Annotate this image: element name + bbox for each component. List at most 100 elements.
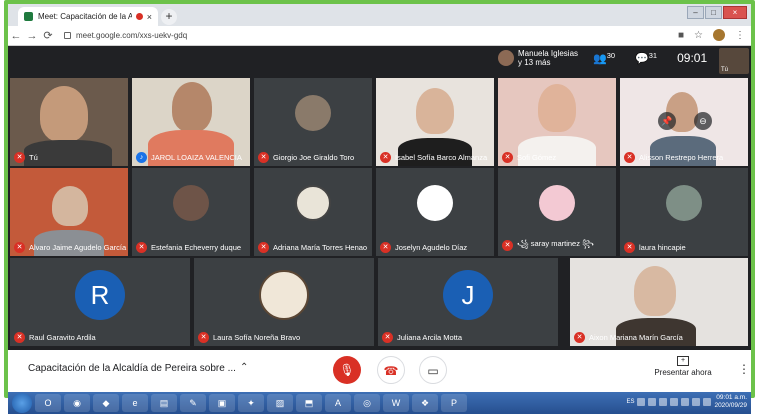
taskbar-app-icon[interactable]: ❖ bbox=[412, 394, 438, 412]
meet-top-icons: 👥30 💬31 09:01 bbox=[593, 51, 707, 65]
minimize-button[interactable]: – bbox=[687, 6, 704, 19]
recording-dot-icon bbox=[135, 13, 143, 20]
participant-tile[interactable]: ✕ Giorgio Joe Giraldo Toro bbox=[254, 78, 372, 166]
taskbar-app-icon[interactable]: ✎ bbox=[180, 394, 206, 412]
present-now-button[interactable]: + Presentar ahora bbox=[653, 356, 713, 377]
tray-icon[interactable] bbox=[659, 398, 668, 406]
mic-toggle-button[interactable]: 🎙 bbox=[333, 356, 361, 384]
taskbar-app-icon[interactable]: ◆ bbox=[93, 394, 119, 412]
more-options-icon[interactable]: ⋮ bbox=[738, 362, 750, 376]
participant-face bbox=[416, 88, 454, 134]
participant-face bbox=[634, 266, 676, 316]
participant-tile[interactable]: ♪ JAROL LOAIZA VALENCIA bbox=[132, 78, 250, 166]
taskbar-powerpoint-icon[interactable]: P bbox=[441, 394, 467, 412]
chat-icon: 💬 bbox=[635, 53, 649, 65]
menu-kebab-icon[interactable]: ⋮ bbox=[735, 30, 745, 41]
mic-off-icon: ✕ bbox=[136, 242, 147, 253]
taskbar-app-icon[interactable]: ⬒ bbox=[296, 394, 322, 412]
participant-tile[interactable]: ✕ Joselyn Agudelo Díaz bbox=[376, 168, 494, 256]
participant-label: ✕ Joselyn Agudelo Díaz bbox=[380, 242, 467, 253]
participant-label: ✕ Isabel Sofía Barco Almanza bbox=[380, 152, 487, 163]
mic-off-icon: ✕ bbox=[258, 152, 269, 163]
participant-tile[interactable]: ✕ Sofi Gómez bbox=[498, 78, 616, 166]
participant-tile[interactable]: ✕ Aixon Mariana Marín García bbox=[570, 258, 748, 346]
participant-tile[interactable]: ✕ Adriana María Torres Henao bbox=[254, 168, 372, 256]
participants-count: 30 bbox=[606, 51, 616, 60]
participant-tile[interactable]: ✕ Laura Sofía Noreña Bravo bbox=[194, 258, 374, 346]
reload-icon[interactable]: ⟳ bbox=[40, 29, 56, 42]
participant-name: laura hincapie bbox=[639, 243, 686, 252]
chevron-up-icon[interactable]: ⌃ bbox=[240, 362, 248, 373]
presenter-avatar bbox=[498, 50, 514, 66]
meet-control-bar: Capacitación de la Alcaldía de Pereira s… bbox=[8, 350, 751, 388]
browser-tabstrip: Meet: Capacitación de la Alc × + – □ × bbox=[8, 4, 751, 26]
tray-clock[interactable]: 09:01 a.m. 2020/09/29 bbox=[714, 394, 747, 410]
mic-off-icon: ✕ bbox=[14, 242, 25, 253]
participants-button[interactable]: 👥30 bbox=[593, 51, 615, 65]
participant-tile[interactable]: ✕ Alvaro Jaime Agudelo García bbox=[10, 168, 128, 256]
taskbar-app-icon[interactable]: ▤ bbox=[151, 394, 177, 412]
tray-icon[interactable] bbox=[648, 398, 657, 406]
tray-icon[interactable] bbox=[670, 398, 679, 406]
camera-toggle-button[interactable]: ▭ bbox=[419, 356, 447, 384]
taskbar-word-icon[interactable]: W bbox=[383, 394, 409, 412]
participant-tile[interactable]: ✕ Isabel Sofía Barco Almanza bbox=[376, 78, 494, 166]
participant-tile[interactable]: ✕ ꧁ saray martinez ꧂ bbox=[498, 168, 616, 256]
taskbar-ie-icon[interactable]: e bbox=[122, 394, 148, 412]
bookmark-star-icon[interactable]: ☆ bbox=[694, 30, 703, 41]
close-window-button[interactable]: × bbox=[723, 6, 747, 19]
participant-label: ✕ Sofi Gómez bbox=[502, 152, 556, 163]
mic-off-icon: ✕ bbox=[502, 240, 513, 251]
url-field[interactable]: meet.google.com/xxs-uekv-gdq bbox=[64, 31, 187, 40]
meet-topbar: Manuela Iglesias y 13 más 👥30 💬31 09:01 … bbox=[8, 46, 751, 76]
network-icon[interactable] bbox=[692, 398, 701, 406]
participant-avatar bbox=[295, 95, 331, 132]
participant-avatar bbox=[173, 185, 209, 222]
mic-off-icon: ✕ bbox=[198, 332, 209, 343]
url-text: meet.google.com/xxs-uekv-gdq bbox=[76, 31, 188, 40]
language-indicator[interactable]: ES bbox=[626, 399, 634, 405]
tab-close-button[interactable]: × bbox=[147, 12, 152, 22]
participant-tile[interactable]: J ✕ Juliana Arcila Motta bbox=[378, 258, 558, 346]
participant-tile[interactable]: R ✕ Raul Garavito Ardila bbox=[10, 258, 190, 346]
browser-tab-meet[interactable]: Meet: Capacitación de la Alc × bbox=[18, 7, 158, 26]
participant-face bbox=[40, 86, 88, 142]
self-thumbnail[interactable]: Tú bbox=[719, 48, 749, 74]
participant-name: Tú bbox=[29, 153, 38, 162]
participant-tile[interactable]: ✕ Tú bbox=[10, 78, 128, 166]
chat-button[interactable]: 💬31 bbox=[635, 51, 657, 65]
new-tab-button[interactable]: + bbox=[161, 9, 177, 25]
back-icon[interactable]: ← bbox=[8, 30, 24, 42]
participant-avatar bbox=[295, 185, 331, 222]
taskbar-app-icon[interactable]: ✦ bbox=[238, 394, 264, 412]
maximize-button[interactable]: □ bbox=[705, 6, 722, 19]
taskbar-explorer-icon[interactable]: ▣ bbox=[209, 394, 235, 412]
profile-avatar[interactable] bbox=[713, 29, 725, 41]
screenshot-frame: Meet: Capacitación de la Alc × + – □ × ←… bbox=[0, 0, 759, 420]
participant-name: Juliana Arcila Motta bbox=[397, 333, 463, 342]
forward-icon[interactable]: → bbox=[24, 30, 40, 42]
mic-off-icon: ✕ bbox=[382, 332, 393, 343]
taskbar-chrome-icon[interactable]: ◉ bbox=[64, 394, 90, 412]
participant-name: Adriana María Torres Henao bbox=[273, 243, 368, 252]
taskbar-outlook-icon[interactable]: O bbox=[35, 394, 61, 412]
participant-tile[interactable]: 📌 ⊖ ✕ Alisson Restrepo Herrera bbox=[620, 78, 748, 166]
remove-icon[interactable]: ⊖ bbox=[694, 112, 712, 130]
meeting-title[interactable]: Capacitación de la Alcaldía de Pereira s… bbox=[28, 363, 236, 374]
pin-icon[interactable]: 📌 bbox=[658, 112, 676, 130]
taskbar-app-icon[interactable]: ◎ bbox=[354, 394, 380, 412]
participant-tile[interactable]: ✕ Estefania Echeverry duque bbox=[132, 168, 250, 256]
camera-indicator-icon[interactable]: ■ bbox=[678, 30, 684, 41]
participant-initial-avatar: J bbox=[443, 269, 493, 320]
start-button[interactable] bbox=[12, 393, 32, 413]
participant-name: Aixon Mariana Marín García bbox=[589, 333, 683, 342]
tray-icon[interactable] bbox=[637, 398, 646, 406]
participant-name: Sofi Gómez bbox=[517, 153, 557, 162]
taskbar-acrobat-icon[interactable]: A bbox=[325, 394, 351, 412]
volume-icon[interactable] bbox=[703, 398, 712, 406]
tray-icon[interactable] bbox=[681, 398, 690, 406]
participant-tile[interactable]: ✕ laura hincapie bbox=[620, 168, 748, 256]
taskbar-photos-icon[interactable]: ▨ bbox=[267, 394, 293, 412]
participant-face bbox=[52, 186, 88, 226]
hang-up-button[interactable]: ☎ bbox=[377, 356, 405, 384]
